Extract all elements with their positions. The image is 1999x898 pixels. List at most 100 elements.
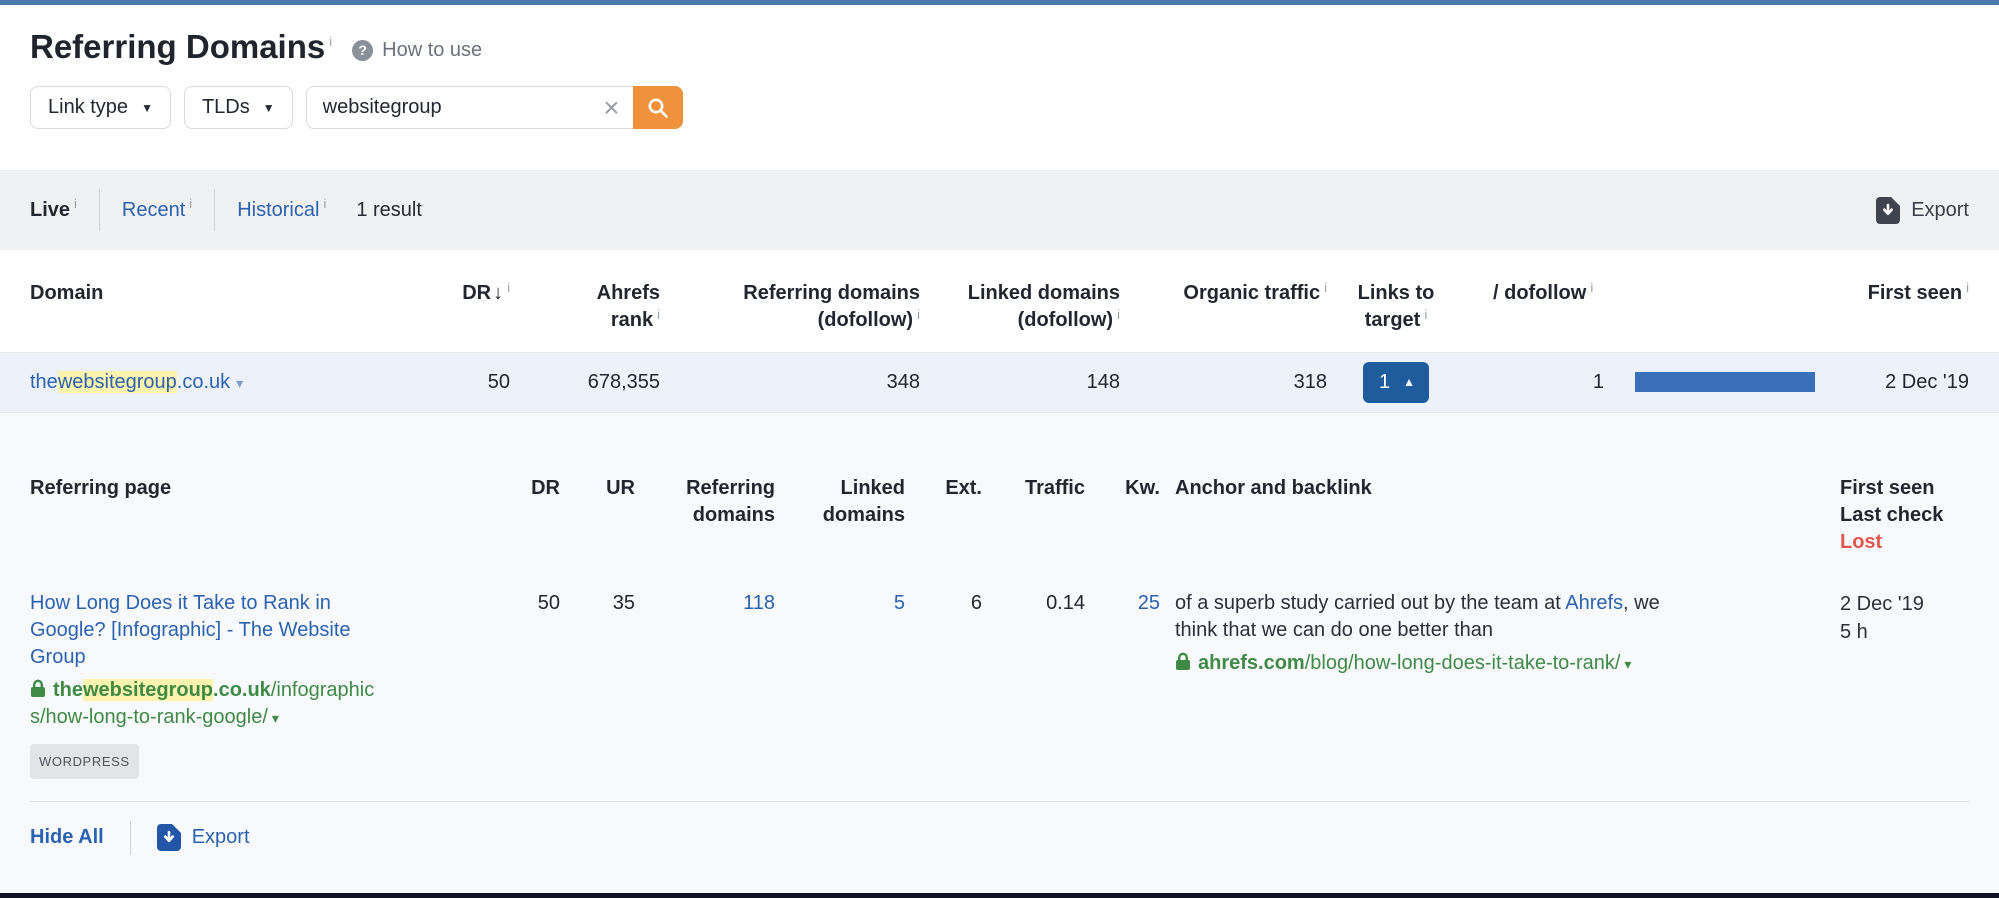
question-icon: ?: [352, 40, 373, 61]
backlink-domain: ahrefs.com: [1198, 652, 1305, 674]
search-group: ×: [306, 86, 683, 129]
domain-text: .co.uk: [177, 371, 230, 393]
referring-domains-value: 348: [660, 352, 920, 412]
footer-divider: [130, 821, 131, 855]
header-line: rank: [611, 309, 653, 331]
header-line: / dofollow: [1493, 282, 1586, 304]
link-type-dropdown[interactable]: Link type ▼: [30, 86, 171, 129]
header-line: First seen: [1868, 282, 1962, 304]
col-header-referring-domains[interactable]: Referring domains(dofollow)i: [660, 250, 920, 352]
info-icon: i: [323, 196, 326, 211]
dropdown-caret-icon: ▼: [141, 101, 153, 115]
links-toggle-badge[interactable]: 1▲: [1363, 362, 1429, 403]
linked-domains-link: 5: [775, 586, 905, 779]
backlink-row: How Long Does it Take to Rank in Google?…: [0, 586, 1999, 779]
col-header-first-seen[interactable]: First seeni: [1835, 250, 1999, 352]
col-header-dr[interactable]: DR↓i: [450, 250, 510, 352]
header-line: First seen: [1840, 475, 1999, 502]
how-to-use-link[interactable]: ? How to use: [352, 39, 482, 62]
lock-icon: [1175, 652, 1191, 671]
header-line: (dofollow): [1018, 309, 1114, 331]
col-header-ur[interactable]: UR: [560, 413, 635, 586]
url-text: the: [53, 679, 83, 701]
header-line: Referring domains: [660, 280, 920, 307]
footer-export-button[interactable]: Export: [157, 824, 250, 851]
tab-historical[interactable]: Historical i: [237, 199, 326, 222]
col-header-ext[interactable]: Ext.: [905, 413, 982, 586]
last-check-value: 5 h: [1840, 618, 1999, 646]
kw-link: 25: [1085, 586, 1160, 779]
info-icon: i: [329, 34, 332, 49]
col-header-linked-domains[interactable]: Linked domains(dofollow)i: [920, 250, 1120, 352]
col-header-ahrefs-rank[interactable]: Ahrefsranki: [510, 250, 660, 352]
col-header-kw[interactable]: Kw.: [1085, 413, 1160, 586]
col-header-referring-page[interactable]: Referring page: [0, 413, 450, 586]
col-header-dr[interactable]: DR: [450, 413, 560, 586]
tlds-label: TLDs: [202, 96, 250, 119]
ext-value: 6: [905, 586, 982, 779]
referring-domains-value[interactable]: 118: [743, 592, 775, 614]
platform-badge: WORDPRESS: [30, 744, 139, 779]
backlink-caret-icon[interactable]: ▾: [1624, 656, 1631, 672]
domain-highlight: websitegroup: [58, 371, 177, 393]
info-icon: i: [657, 307, 660, 322]
info-icon: i: [74, 196, 77, 211]
info-icon: i: [1424, 307, 1427, 322]
tab-divider: [99, 189, 100, 231]
col-header-dr-label: DR: [462, 282, 491, 304]
col-header-organic-traffic[interactable]: Organic traffici: [1120, 250, 1327, 352]
dropdown-caret-icon: ▼: [263, 101, 275, 115]
col-header-dofollow[interactable]: / dofollowi: [1465, 250, 1610, 352]
dr-value: 50: [450, 586, 560, 779]
col-header-anchor[interactable]: Anchor and backlink: [1160, 413, 1840, 586]
backlinks-footer: Hide All Export: [30, 801, 1969, 855]
kw-value[interactable]: 25: [1138, 592, 1160, 614]
search-input[interactable]: [306, 86, 633, 129]
info-icon: i: [917, 307, 920, 322]
clear-icon[interactable]: ×: [603, 94, 619, 122]
referring-page-link[interactable]: How Long Does it Take to Rank in Google?…: [30, 590, 382, 671]
tlds-dropdown[interactable]: TLDs ▼: [184, 86, 293, 129]
tab-historical-label: Historical: [237, 199, 319, 221]
organic-traffic-value: 318: [1120, 352, 1327, 412]
export-label: Export: [192, 826, 250, 849]
dofollow-ratio-bar: [1635, 372, 1815, 392]
col-header-ratio-bar: [1610, 250, 1835, 352]
search-button[interactable]: [633, 86, 683, 129]
page-title: Referring Domains i: [30, 29, 332, 65]
domain-link[interactable]: thewebsitegroup.co.uk: [30, 371, 230, 393]
col-header-domain[interactable]: Domain: [0, 250, 450, 352]
header-line: Last check: [1840, 502, 1999, 529]
anchor-link[interactable]: Ahrefs: [1565, 592, 1623, 614]
backlinks-panel: Referring page DR UR Referringdomains Li…: [0, 413, 1999, 893]
tab-recent[interactable]: Recenti: [122, 199, 192, 222]
caret-up-icon: ▲: [1403, 376, 1415, 388]
info-icon: i: [1324, 280, 1327, 295]
url-caret-icon[interactable]: ▾: [272, 710, 279, 726]
hide-all-link[interactable]: Hide All: [30, 826, 104, 849]
domains-table: Domain DR↓i Ahrefsranki Referring domain…: [0, 250, 1999, 413]
header-line: Referring: [635, 475, 775, 502]
results-count: 1 result: [356, 199, 422, 222]
lock-icon: [30, 679, 46, 698]
col-header-traffic[interactable]: Traffic: [982, 413, 1085, 586]
domain-caret-icon[interactable]: ▾: [236, 375, 243, 391]
header-line: Ahrefs: [510, 280, 660, 307]
tab-live-label: Live: [30, 199, 70, 221]
col-header-referring-domains[interactable]: Referringdomains: [635, 413, 775, 586]
linked-domains-value: 148: [920, 352, 1120, 412]
header-line: domains: [775, 502, 905, 529]
col-header-linked-domains[interactable]: Linkeddomains: [775, 413, 905, 586]
tab-live[interactable]: Livei: [30, 199, 77, 222]
backlinks-table: Referring page DR UR Referringdomains Li…: [0, 413, 1999, 779]
export-button[interactable]: Export: [1876, 197, 1969, 224]
sort-desc-icon: ↓: [493, 282, 503, 304]
info-icon: i: [189, 196, 192, 211]
page-title-text: Referring Domains: [30, 28, 325, 65]
referring-domains-link: 118: [635, 586, 775, 779]
col-header-links-to-target[interactable]: Links totargeti: [1327, 250, 1465, 352]
linked-domains-value[interactable]: 5: [894, 592, 905, 614]
first-seen-value: 2 Dec '19: [1840, 590, 1999, 618]
col-header-first-seen[interactable]: First seenLast checkLost: [1840, 413, 1999, 586]
tab-divider: [214, 189, 215, 231]
